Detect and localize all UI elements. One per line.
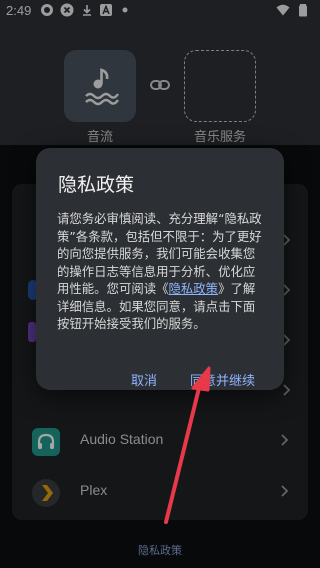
dialog-title: 隐私政策 bbox=[58, 174, 135, 196]
dialog-body: 请您务必审慎阅读、充分理解“隐私政策”各条款，包括但不限于：为了更好的向您提供服… bbox=[57, 210, 267, 333]
privacy-policy-inline-link[interactable]: 隐私政策 bbox=[169, 281, 219, 296]
privacy-dialog: 隐私政策 请您务必审慎阅读、充分理解“隐私政策”各条款，包括但不限于：为了更好的… bbox=[36, 148, 284, 390]
cancel-button[interactable]: 取消 bbox=[131, 370, 157, 389]
agree-continue-button[interactable]: 同意并继续 bbox=[190, 370, 255, 389]
